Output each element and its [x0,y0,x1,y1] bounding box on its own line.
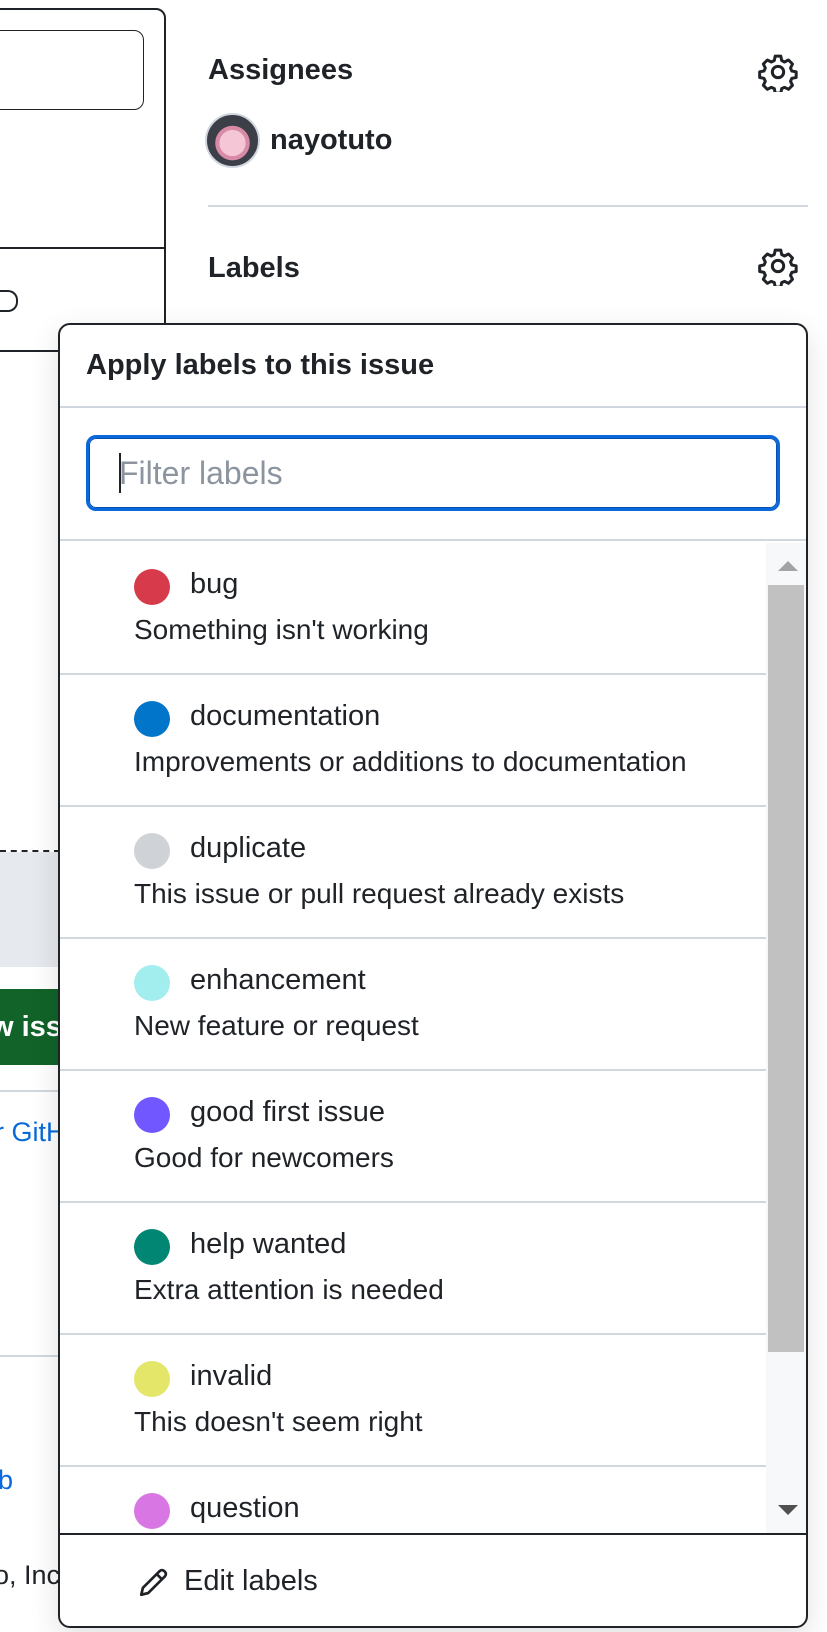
scroll-down-arrow-icon[interactable] [778,1505,798,1515]
label-description: Extra attention is needed [134,1274,444,1305]
label-description: This doesn't seem right [134,1406,423,1437]
label-color-swatch [134,965,170,1001]
help-link[interactable]: r GitH [0,1117,60,1148]
label-item[interactable]: documentation Improvements or additions t… [60,675,766,807]
edit-labels-label: Edit labels [184,1565,318,1597]
submit-button-label: w iss [0,1011,60,1043]
text-caret [119,453,121,493]
scrollbar-thumb[interactable] [768,585,804,1352]
filter-labels-input[interactable]: Filter labels [86,435,780,511]
toolbar-icon[interactable] [0,290,18,312]
divider [0,1090,60,1092]
form-divider [0,247,166,249]
label-color-swatch [134,701,170,737]
labels-list-viewport[interactable]: bug Something isn't working documentation I… [60,543,806,1533]
assignee-item[interactable]: nayotuto [205,112,392,168]
issue-title-input[interactable] [0,30,144,110]
dropzone-area[interactable] [0,852,60,967]
submit-new-issue-button[interactable]: w iss [0,989,60,1065]
pencil-icon [139,1568,168,1596]
label-color-swatch [134,1493,170,1529]
label-description: Good for newcomers [134,1142,394,1173]
label-item[interactable]: invalid This doesn't seem right [60,1335,766,1467]
label-name: good first issue [190,1096,386,1128]
assignees-gear-icon[interactable] [758,52,798,92]
label-item[interactable]: enhancement New feature or request [60,939,766,1071]
label-name: question [190,1492,300,1524]
label-item[interactable]: duplicate This issue or pull request alre… [60,807,766,939]
labels-scrollbar[interactable] [766,543,806,1533]
label-description: New feature or request [134,1010,419,1041]
label-item[interactable]: question [60,1467,766,1533]
label-name: bug [190,568,239,600]
label-name: duplicate [190,832,307,864]
label-item[interactable]: good first issue Good for newcomers [60,1071,766,1203]
label-item[interactable]: bug Something isn't working [60,543,766,675]
label-description: Improvements or additions to documentati… [134,746,687,777]
label-name: invalid [190,1360,273,1392]
sidebar-divider [208,205,808,207]
assignees-heading: Assignees [208,54,354,86]
labels-heading: Labels [208,252,300,284]
label-name: documentation [190,700,381,732]
label-description: This issue or pull request already exist… [134,878,625,909]
edit-labels-link[interactable]: Edit labels [60,1533,806,1626]
filter-section: Filter labels [60,408,806,541]
label-color-swatch [134,1097,170,1133]
labels-popover: Apply labels to this issue Filter labels… [58,323,808,1628]
assignee-name: nayotuto [270,123,393,156]
label-color-swatch [134,1229,170,1265]
footer-link[interactable]: b [0,1465,28,1496]
label-description: Something isn't working [134,614,429,645]
avatar [205,112,260,168]
label-item[interactable]: help wanted Extra attention is needed [60,1203,766,1335]
footer-copyright: o, Inc [0,1560,60,1590]
label-color-swatch [134,1361,170,1397]
label-color-swatch [134,833,170,869]
filter-placeholder: Filter labels [119,454,283,491]
label-color-swatch [134,569,170,605]
popover-title: Apply labels to this issue [60,325,806,408]
divider [0,1355,60,1357]
scroll-up-arrow-icon[interactable] [778,561,798,571]
labels-gear-icon[interactable] [758,246,798,286]
labels-list: bug Something isn't working documentation I… [60,543,766,1533]
label-name: enhancement [190,964,366,996]
label-name: help wanted [190,1228,347,1260]
